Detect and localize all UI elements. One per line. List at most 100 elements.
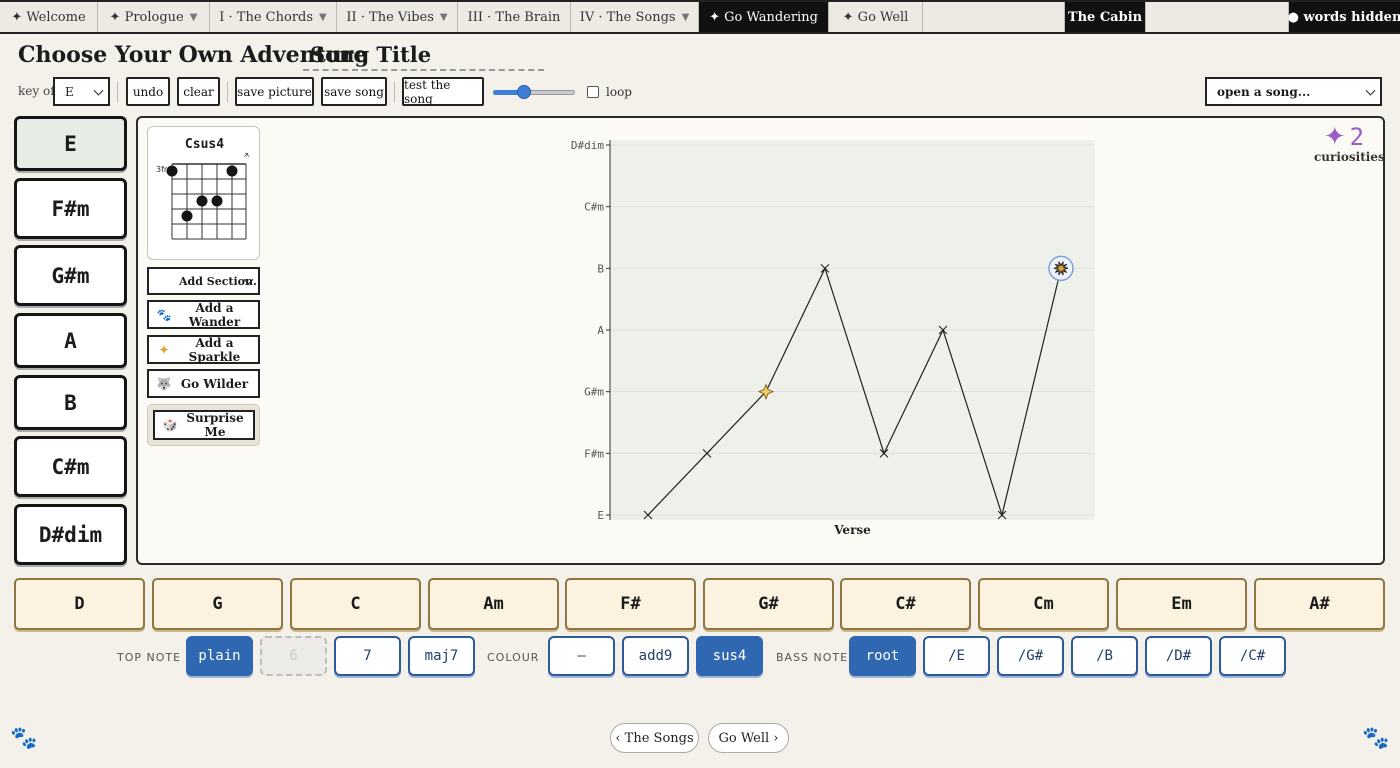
slider-thumb[interactable] <box>517 85 532 99</box>
chevron-down-icon <box>1365 85 1376 96</box>
top-note-6-button[interactable]: 6 <box>260 636 327 676</box>
fret-label: 3fr <box>156 165 168 174</box>
chevron-down-icon: ▼ <box>439 11 448 23</box>
words-hidden-toggle[interactable]: ● words hidden <box>1287 2 1400 32</box>
paw-icon: 🐾 <box>10 726 38 751</box>
tab-label: ✦ Prologue <box>109 9 184 25</box>
extra-chord-button[interactable]: G <box>152 578 283 630</box>
test-song-button[interactable]: test the song <box>402 77 484 106</box>
y-tick-label: D#dim <box>571 139 604 152</box>
key-chord-button[interactable]: E <box>14 116 127 171</box>
extra-chord-button[interactable]: F# <box>565 578 696 630</box>
y-tick-label: C#m <box>584 201 604 214</box>
y-tick-label: A <box>597 324 604 337</box>
paw-icon: 🐾 <box>156 307 172 322</box>
tab-the-cabin[interactable]: The Cabin <box>1065 2 1146 32</box>
bass-root-button[interactable]: root <box>849 636 916 676</box>
key-chord-button[interactable]: A <box>14 313 127 368</box>
divider <box>117 82 118 102</box>
add-section-select[interactable]: Add Section. <box>147 267 260 295</box>
extra-chord-button[interactable]: C# <box>840 578 971 630</box>
toggle-label: ● words hidden <box>1287 9 1400 25</box>
tab-prologue[interactable]: ✦ Prologue ▼ <box>98 2 210 32</box>
sparkle-icon: ✦ <box>158 342 170 357</box>
tab-the-chords[interactable]: I · The Chords ▼ <box>210 2 337 32</box>
chevron-down-icon <box>93 85 104 96</box>
chord-diagram-card: Csus4 3fr × <box>147 126 260 260</box>
next-page-button[interactable]: Go Well › <box>708 723 789 753</box>
song-title-input[interactable] <box>303 40 544 71</box>
save-song-button[interactable]: save song <box>321 77 387 106</box>
bass-g-sharp-button[interactable]: /G# <box>997 636 1064 676</box>
open-song-select[interactable]: open a song... <box>1205 77 1382 106</box>
key-select[interactable]: E <box>53 77 110 106</box>
colour-none-button[interactable]: — <box>548 636 615 676</box>
chord-diagram-name: Csus4 <box>184 137 225 152</box>
finger-dot <box>196 195 208 207</box>
tempo-slider[interactable] <box>493 84 575 100</box>
sparkle-icon: ✦ <box>1323 122 1346 152</box>
extra-chord-button[interactable]: Am <box>428 578 559 630</box>
top-note-maj7-button[interactable]: maj7 <box>408 636 475 676</box>
clear-button[interactable]: clear <box>177 77 220 106</box>
bass-d-sharp-button[interactable]: /D# <box>1145 636 1212 676</box>
nav-spacer <box>923 2 1065 32</box>
tab-the-vibes[interactable]: II · The Vibes ▼ <box>337 2 458 32</box>
key-chord-button[interactable]: D#dim <box>14 504 127 565</box>
save-picture-button[interactable]: save picture <box>235 77 314 106</box>
tab-welcome[interactable]: ✦ Welcome <box>0 2 98 32</box>
tab-label: III · The Brain <box>467 9 561 25</box>
finger-dot <box>226 165 238 177</box>
key-chord-button[interactable]: G#m <box>14 245 127 306</box>
extra-chord-button[interactable]: Cm <box>978 578 1109 630</box>
extra-chord-button[interactable]: Em <box>1116 578 1247 630</box>
open-song-value: open a song... <box>1217 84 1311 99</box>
top-nav: ✦ Welcome ✦ Prologue ▼ I · The Chords ▼ II… <box>0 0 1400 34</box>
y-tick-label: G#m <box>584 386 604 399</box>
colour-add9-button[interactable]: add9 <box>622 636 689 676</box>
nav-spacer <box>1146 2 1289 32</box>
add-sparkle-button[interactable]: ✦ Add a Sparkle <box>147 335 260 364</box>
tab-label: ✦ Go Wandering <box>709 9 818 25</box>
chord-fretboard: 3fr × <box>156 153 251 240</box>
key-chord-button[interactable]: F#m <box>14 178 127 239</box>
y-tick-label: F#m <box>584 447 604 460</box>
surprise-me-button[interactable]: 🎲 Surprise Me <box>153 410 255 440</box>
top-note-plain-button[interactable]: plain <box>186 636 253 676</box>
extra-chord-button[interactable]: D <box>14 578 145 630</box>
add-wander-button[interactable]: 🐾 Add a Wander <box>147 300 260 329</box>
button-label: Add a Wander <box>188 300 241 329</box>
finger-dot <box>211 195 223 207</box>
bass-e-button[interactable]: /E <box>923 636 990 676</box>
tab-label: I · The Chords <box>219 9 314 25</box>
tab-go-well[interactable]: ✦ Go Well <box>829 2 923 32</box>
bass-b-button[interactable]: /B <box>1071 636 1138 676</box>
prev-page-button[interactable]: ‹ The Songs <box>610 723 699 753</box>
tab-go-wandering[interactable]: ✦ Go Wandering <box>699 2 829 32</box>
extra-chord-button[interactable]: G# <box>703 578 834 630</box>
extra-chord-button[interactable]: C <box>290 578 421 630</box>
curiosities-counter: ✦ 2 curiosities <box>1314 122 1385 164</box>
x-axis-label: Verse <box>833 523 871 537</box>
y-tick-label: B <box>597 262 604 275</box>
surprise-me-wrapper: 🎲 Surprise Me <box>147 404 260 446</box>
top-note-7-button[interactable]: 7 <box>334 636 401 676</box>
tab-the-songs[interactable]: IV · The Songs ▼ <box>571 2 699 32</box>
key-chord-button[interactable]: B <box>14 375 127 430</box>
dice-icon: 🎲 <box>162 418 178 432</box>
key-chord-button[interactable]: C#m <box>14 436 127 497</box>
go-wilder-button[interactable]: 🐺 Go Wilder <box>147 369 260 398</box>
loop-checkbox[interactable] <box>587 86 599 98</box>
key-select-value: E <box>65 84 74 99</box>
divider <box>394 82 395 102</box>
colour-label: COLOUR <box>487 651 540 664</box>
button-label: Go Wilder <box>180 376 249 391</box>
undo-button[interactable]: undo <box>126 77 170 106</box>
chord-progression-chart: E F#m G#m A B C#m D#dim Verse <box>571 139 1095 537</box>
tab-the-brain[interactable]: III · The Brain <box>458 2 571 32</box>
finger-dot <box>181 210 193 222</box>
divider <box>227 82 228 102</box>
colour-sus4-button[interactable]: sus4 <box>696 636 763 676</box>
extra-chord-button[interactable]: A# <box>1254 578 1385 630</box>
bass-c-sharp-button[interactable]: /C# <box>1219 636 1286 676</box>
